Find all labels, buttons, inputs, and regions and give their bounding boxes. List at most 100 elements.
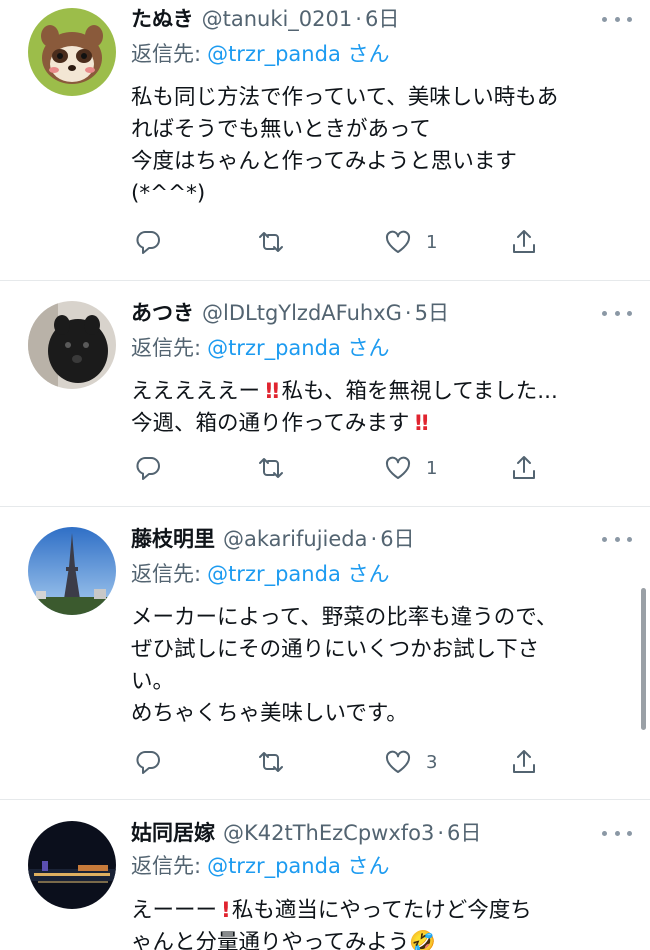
tweet-text-segment: 今週、箱の通り作ってみます xyxy=(131,411,410,436)
reply-user-link[interactable]: @trzr_panda さん xyxy=(207,336,389,360)
reply-icon xyxy=(136,231,160,254)
reply-button[interactable] xyxy=(134,227,162,257)
tweet-text-line: い。 xyxy=(131,669,175,694)
reply-label: 返信先: xyxy=(131,336,202,360)
double-exclamation-emoji: !! xyxy=(264,379,281,404)
like-button[interactable]: 1 xyxy=(384,227,437,257)
share-button[interactable] xyxy=(510,747,538,777)
tweet-text-line: 今週、箱の通り作ってみます!! xyxy=(131,408,620,440)
retweet-icon xyxy=(259,458,283,478)
avatar[interactable] xyxy=(28,821,116,909)
tweet-header: あつき @lDLtgYlzdAFuhxG · 5日 xyxy=(131,298,590,328)
avatar[interactable] xyxy=(28,301,116,389)
timestamp[interactable]: 6日 xyxy=(447,821,481,845)
user-handle[interactable]: @tanuki_0201 xyxy=(202,7,353,31)
like-button[interactable]: 3 xyxy=(384,747,437,777)
tweet-text-segment: 私も、箱を無視してました... xyxy=(281,379,558,404)
reply-context: 返信先: @trzr_panda さん xyxy=(131,851,390,881)
tweet-text-line: 私も同じ方法で作っていて、美味しい時もあ xyxy=(131,85,559,110)
reply-label: 返信先: xyxy=(131,42,202,66)
scrollbar[interactable] xyxy=(641,588,646,730)
heart-icon xyxy=(385,750,411,773)
tweet-text: えーーー! 私も適当にやってたけど今度ち ゃんと分量通りやってみよう🤣 xyxy=(131,895,620,950)
more-icon[interactable] xyxy=(602,529,632,549)
separator-dot: · xyxy=(355,7,362,31)
reply-user-link[interactable]: @trzr_panda さん xyxy=(207,42,389,66)
more-icon[interactable] xyxy=(602,823,632,843)
tweet-text-line: 今度はちゃんと作ってみようと思います xyxy=(131,149,517,174)
separator-dot: · xyxy=(404,301,412,325)
more-icon[interactable] xyxy=(602,9,632,29)
separator-dot: · xyxy=(370,527,378,551)
action-bar: 1 xyxy=(131,453,551,483)
reply-timeline: たぬき @tanuki_0201 · 6日 返信先: @trzr_panda さん 私も… xyxy=(0,0,650,950)
tweet-card[interactable]: たぬき @tanuki_0201 · 6日 返信先: @trzr_panda さん 私も… xyxy=(0,0,650,281)
tweet-text-segment: えーーー xyxy=(131,898,218,923)
tweet-text-line: ゃんと分量通りやってみよう🤣 xyxy=(131,930,437,950)
double-exclamation-emoji: !! xyxy=(413,411,430,436)
tweet-header: 姑同居嫁 @K42tThEzCpwxfo3 · 6日 xyxy=(131,818,590,848)
reply-icon xyxy=(136,751,160,774)
tweet-card[interactable]: 藤枝明里 @akarifujieda · 6日 返信先: @trzr_panda さん … xyxy=(0,507,650,800)
reply-user-link[interactable]: @trzr_panda さん xyxy=(207,562,389,586)
tweet-text-line: えええええー!! 私も、箱を無視してました... xyxy=(131,376,620,408)
share-button[interactable] xyxy=(510,453,538,483)
share-icon xyxy=(513,230,535,253)
retweet-button[interactable] xyxy=(257,227,285,257)
timestamp[interactable]: 6日 xyxy=(380,527,414,551)
reply-user-link[interactable]: @trzr_panda さん xyxy=(207,854,389,878)
tweet-text-segment: えええええー xyxy=(131,379,261,404)
user-handle[interactable]: @K42tThEzCpwxfo3 xyxy=(223,821,434,845)
action-bar: 3 xyxy=(131,747,551,777)
reply-button[interactable] xyxy=(134,453,162,483)
reply-context: 返信先: @trzr_panda さん xyxy=(131,559,390,589)
tweet-text-line: めちゃくちゃ美味しいです。 xyxy=(131,701,408,726)
display-name[interactable]: 藤枝明里 xyxy=(131,527,215,551)
retweet-icon xyxy=(259,752,283,772)
tweet-header: たぬき @tanuki_0201 · 6日 xyxy=(131,4,590,34)
tweet-text-line: えーーー! 私も適当にやってたけど今度ち xyxy=(131,895,620,927)
tweet-text-line: (*^^*) xyxy=(131,181,206,206)
tweet-text: メーカーによって、野菜の比率も違うので、 ぜひ試しにその通りにいくつかお試し下さ… xyxy=(131,602,620,730)
user-handle[interactable]: @lDLtgYlzdAFuhxG xyxy=(202,301,402,325)
heart-icon xyxy=(385,456,411,479)
like-count: 3 xyxy=(426,751,438,773)
retweet-button[interactable] xyxy=(257,453,285,483)
tweet-text-segment: 私も適当にやってたけど今度ち xyxy=(231,898,532,923)
tweet-card[interactable]: 姑同居嫁 @K42tThEzCpwxfo3 · 6日 返信先: @trzr_panda … xyxy=(0,800,650,950)
separator-dot: · xyxy=(437,821,445,845)
reply-button[interactable] xyxy=(134,747,162,777)
tweet-card[interactable]: あつき @lDLtgYlzdAFuhxG · 5日 返信先: @trzr_panda さ… xyxy=(0,281,650,507)
share-icon xyxy=(513,456,535,479)
tweet-text-line: ぜひ試しにその通りにいくつかお試し下さ xyxy=(131,637,540,662)
reply-icon xyxy=(136,457,160,480)
timestamp[interactable]: 5日 xyxy=(415,301,449,325)
display-name[interactable]: あつき xyxy=(131,301,194,325)
reply-context: 返信先: @trzr_panda さん xyxy=(131,39,390,69)
tweet-text: えええええー!! 私も、箱を無視してました... 今週、箱の通り作ってみます!! xyxy=(131,376,620,440)
more-icon[interactable] xyxy=(602,303,632,323)
exclamation-emoji: ! xyxy=(221,898,231,923)
display-name[interactable]: たぬき xyxy=(131,7,194,31)
retweet-icon xyxy=(259,232,283,252)
avatar[interactable] xyxy=(28,527,116,615)
tweet-header: 藤枝明里 @akarifujieda · 6日 xyxy=(131,524,590,554)
like-button[interactable]: 1 xyxy=(384,453,437,483)
retweet-button[interactable] xyxy=(257,747,285,777)
reply-label: 返信先: xyxy=(131,562,202,586)
share-button[interactable] xyxy=(510,227,538,257)
timestamp[interactable]: 6日 xyxy=(365,7,399,31)
like-count: 1 xyxy=(426,231,438,253)
like-count: 1 xyxy=(426,457,438,479)
tweet-text: 私も同じ方法で作っていて、美味しい時もあ ればそうでも無いときがあって 今度はち… xyxy=(131,82,620,210)
action-bar: 1 xyxy=(131,227,551,257)
display-name[interactable]: 姑同居嫁 xyxy=(131,821,215,845)
reply-context: 返信先: @trzr_panda さん xyxy=(131,333,390,363)
avatar[interactable] xyxy=(28,8,116,96)
reply-label: 返信先: xyxy=(131,854,202,878)
tweet-text-line: メーカーによって、野菜の比率も違うので、 xyxy=(131,605,558,630)
heart-icon xyxy=(385,230,411,253)
share-icon xyxy=(513,750,535,773)
tweet-text-line: ればそうでも無いときがあって xyxy=(131,117,431,142)
user-handle[interactable]: @akarifujieda xyxy=(223,527,368,551)
